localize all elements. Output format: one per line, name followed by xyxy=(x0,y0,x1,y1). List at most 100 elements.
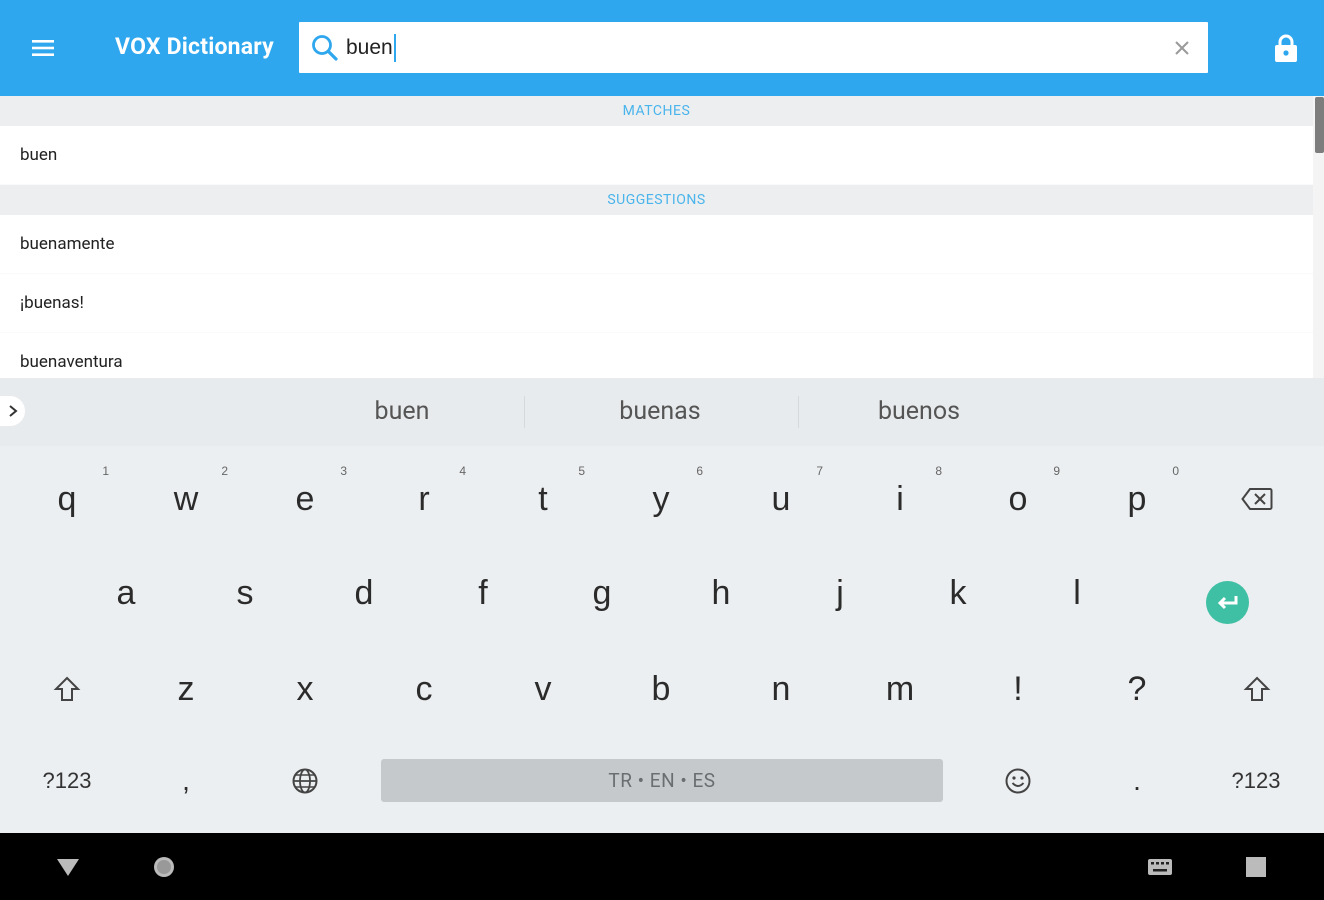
key-label: i xyxy=(896,479,904,518)
suggestion-item[interactable]: buenamente xyxy=(0,215,1313,274)
keyboard-suggestion-strip: buen buenas buenos xyxy=(0,378,1324,446)
strip-divider xyxy=(524,396,525,428)
shift-icon xyxy=(53,676,81,701)
key-label: k xyxy=(949,573,967,612)
key-f[interactable]: f xyxy=(453,560,513,626)
key-l[interactable]: l xyxy=(1047,560,1107,626)
key-question[interactable]: ? xyxy=(1107,656,1167,722)
key-label: m xyxy=(885,669,915,708)
key-hint: 7 xyxy=(816,464,823,478)
back-button[interactable] xyxy=(52,851,84,883)
matches-header: MATCHES xyxy=(0,96,1313,126)
key-hint: 0 xyxy=(1172,464,1179,478)
key-period[interactable]: . xyxy=(1107,748,1167,814)
shift-icon xyxy=(1243,676,1271,701)
backspace-key[interactable] xyxy=(1226,466,1288,532)
key-label: a xyxy=(116,573,136,612)
key-hint: 4 xyxy=(459,464,466,478)
clear-search-button[interactable] xyxy=(1166,32,1198,64)
key-s[interactable]: s xyxy=(215,560,275,626)
scrollbar-thumb[interactable] xyxy=(1315,97,1324,153)
shift-key-right[interactable] xyxy=(1227,656,1287,722)
keyboard-suggestion[interactable]: buenos xyxy=(819,392,1019,432)
key-v[interactable]: v xyxy=(513,656,573,722)
back-icon xyxy=(57,859,79,876)
key-u[interactable]: u7 xyxy=(751,464,823,532)
language-key[interactable] xyxy=(275,748,335,814)
key-label: ? xyxy=(1127,669,1147,708)
menu-icon xyxy=(32,40,54,56)
home-icon xyxy=(154,857,174,877)
home-button[interactable] xyxy=(148,851,180,883)
smiley-icon xyxy=(1005,768,1031,794)
key-n[interactable]: n xyxy=(751,656,811,722)
keyboard-switch-button[interactable] xyxy=(1144,851,1176,883)
key-label: t xyxy=(538,479,548,518)
key-x[interactable]: x xyxy=(275,656,335,722)
key-o[interactable]: o9 xyxy=(988,464,1060,532)
key-label: r xyxy=(418,479,430,518)
key-comma[interactable]: , xyxy=(156,748,216,814)
key-w[interactable]: w2 xyxy=(156,464,228,532)
key-label: x xyxy=(296,669,314,708)
key-hint: 1 xyxy=(102,464,109,478)
menu-button[interactable] xyxy=(22,28,66,68)
key-hint: 6 xyxy=(696,464,703,478)
keyboard-suggestion[interactable]: buen xyxy=(302,392,502,432)
recents-button[interactable] xyxy=(1240,851,1272,883)
key-label: w xyxy=(173,479,199,518)
key-label: z xyxy=(177,669,195,708)
suggestions-header: SUGGESTIONS xyxy=(0,185,1313,215)
key-t[interactable]: t5 xyxy=(513,464,585,532)
key-g[interactable]: g xyxy=(572,560,632,626)
backspace-icon xyxy=(1241,488,1273,510)
key-hint: 3 xyxy=(340,464,347,478)
enter-key[interactable] xyxy=(1206,581,1249,624)
key-z[interactable]: z xyxy=(156,656,216,722)
symbols-key-left[interactable]: ?123 xyxy=(27,748,107,814)
suggestion-item[interactable]: ¡buenas! xyxy=(0,274,1313,333)
expand-strip-button[interactable] xyxy=(0,396,25,426)
key-j[interactable]: j xyxy=(810,560,870,626)
soft-keyboard: buen buenas buenos q1 w2 e3 r4 t5 y6 u7 … xyxy=(0,378,1324,833)
key-r[interactable]: r4 xyxy=(394,464,466,532)
search-input[interactable] xyxy=(346,33,1166,63)
key-label: q xyxy=(57,479,77,518)
key-label: n xyxy=(771,669,791,708)
key-exclamation[interactable]: ! xyxy=(988,656,1048,722)
key-d[interactable]: d xyxy=(334,560,394,626)
key-label: o xyxy=(1008,479,1028,518)
key-y[interactable]: y6 xyxy=(631,464,704,532)
key-b[interactable]: b xyxy=(631,656,691,722)
key-label: c xyxy=(415,669,433,708)
search-box[interactable] xyxy=(299,22,1208,73)
key-label: y xyxy=(652,479,670,518)
key-q[interactable]: q1 xyxy=(37,464,109,532)
key-e[interactable]: e3 xyxy=(275,464,347,532)
key-label: v xyxy=(534,669,552,708)
emoji-key[interactable] xyxy=(988,748,1048,814)
key-label: l xyxy=(1073,573,1081,612)
search-icon xyxy=(312,35,338,61)
close-icon xyxy=(1175,41,1189,55)
match-item[interactable]: buen xyxy=(0,126,1313,185)
key-i[interactable]: i8 xyxy=(870,464,942,532)
suggestion-item[interactable]: buenaventura xyxy=(0,333,1313,378)
key-p[interactable]: p0 xyxy=(1107,464,1179,532)
keyboard-suggestion[interactable]: buenas xyxy=(560,392,760,432)
space-bar[interactable]: TR • EN • ES xyxy=(381,759,943,802)
shift-key-left[interactable] xyxy=(37,656,97,722)
text-cursor xyxy=(394,34,396,62)
key-label: f xyxy=(478,573,488,612)
key-k[interactable]: k xyxy=(928,560,988,626)
key-label: b xyxy=(651,669,671,708)
symbols-key-right[interactable]: ?123 xyxy=(1216,748,1296,814)
results-list: MATCHES buen SUGGESTIONS buenamente ¡bue… xyxy=(0,96,1313,378)
key-a[interactable]: a xyxy=(96,560,156,626)
lock-button[interactable] xyxy=(1268,28,1304,68)
strip-divider xyxy=(798,396,799,428)
key-m[interactable]: m xyxy=(870,656,930,722)
globe-icon xyxy=(292,768,318,794)
key-c[interactable]: c xyxy=(394,656,454,722)
key-h[interactable]: h xyxy=(691,560,751,626)
